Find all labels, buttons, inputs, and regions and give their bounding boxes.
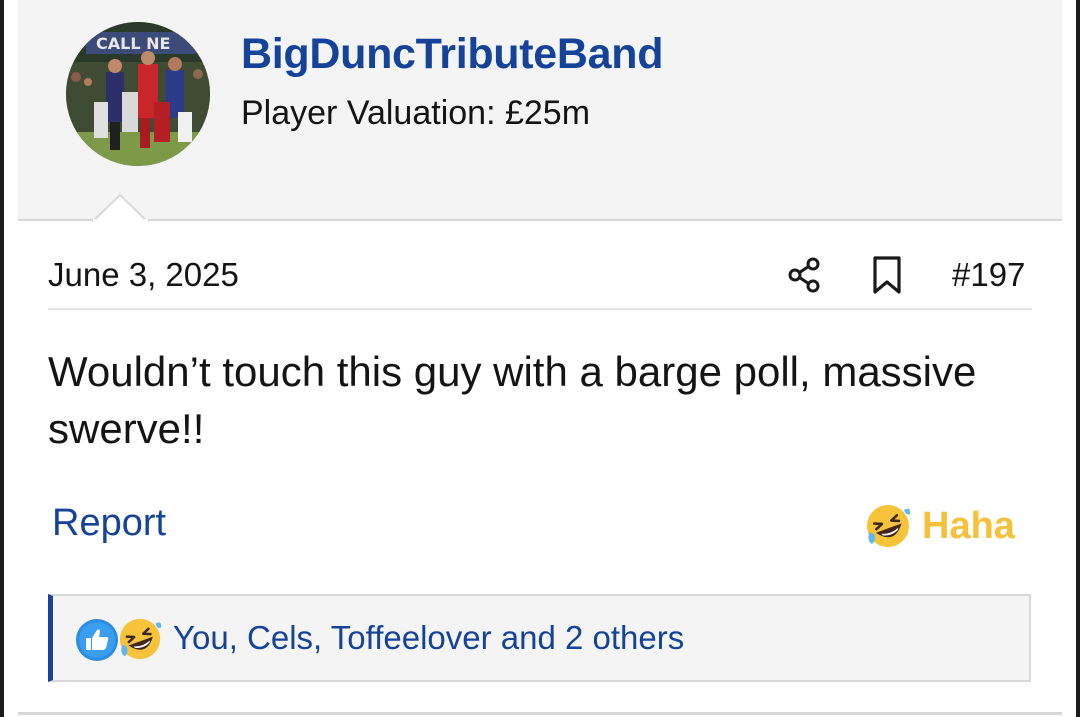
haha-icon	[119, 618, 162, 660]
report-link[interactable]: Report	[52, 502, 166, 545]
laughing-emoji-icon	[867, 505, 911, 547]
post-body: Wouldn’t touch this guy with a barge pol…	[48, 348, 977, 452]
user-avatar[interactable]: CALL NE	[66, 22, 210, 166]
reactions-summary-bar[interactable]: You, Cels, Toffeelover and 2 others	[48, 594, 1031, 682]
post-number-link[interactable]: #197	[952, 256, 1025, 294]
bookmark-icon[interactable]	[869, 255, 905, 295]
window-left-border	[0, 0, 4, 717]
meta-divider	[48, 308, 1032, 310]
share-icon[interactable]	[785, 255, 825, 295]
football-match-photo-avatar: CALL NE	[66, 22, 210, 166]
reaction-label: Haha	[922, 504, 1015, 547]
user-title: Player Valuation: £25m	[241, 94, 591, 132]
svg-text:CALL NE: CALL NE	[96, 34, 170, 53]
post-bottom-divider	[18, 712, 1062, 715]
like-icon	[76, 619, 118, 661]
window-right-border	[1076, 0, 1080, 717]
username-link[interactable]: BigDuncTributeBand	[241, 30, 664, 79]
post-date[interactable]: June 3, 2025	[48, 256, 239, 294]
post-user-header: CALL NE BigDuncTributeBand Player Valuat…	[18, 0, 1062, 221]
reaction-button[interactable]: Haha	[864, 501, 1015, 551]
reactions-summary-text[interactable]: You, Cels, Toffeelover and 2 others	[173, 619, 684, 657]
